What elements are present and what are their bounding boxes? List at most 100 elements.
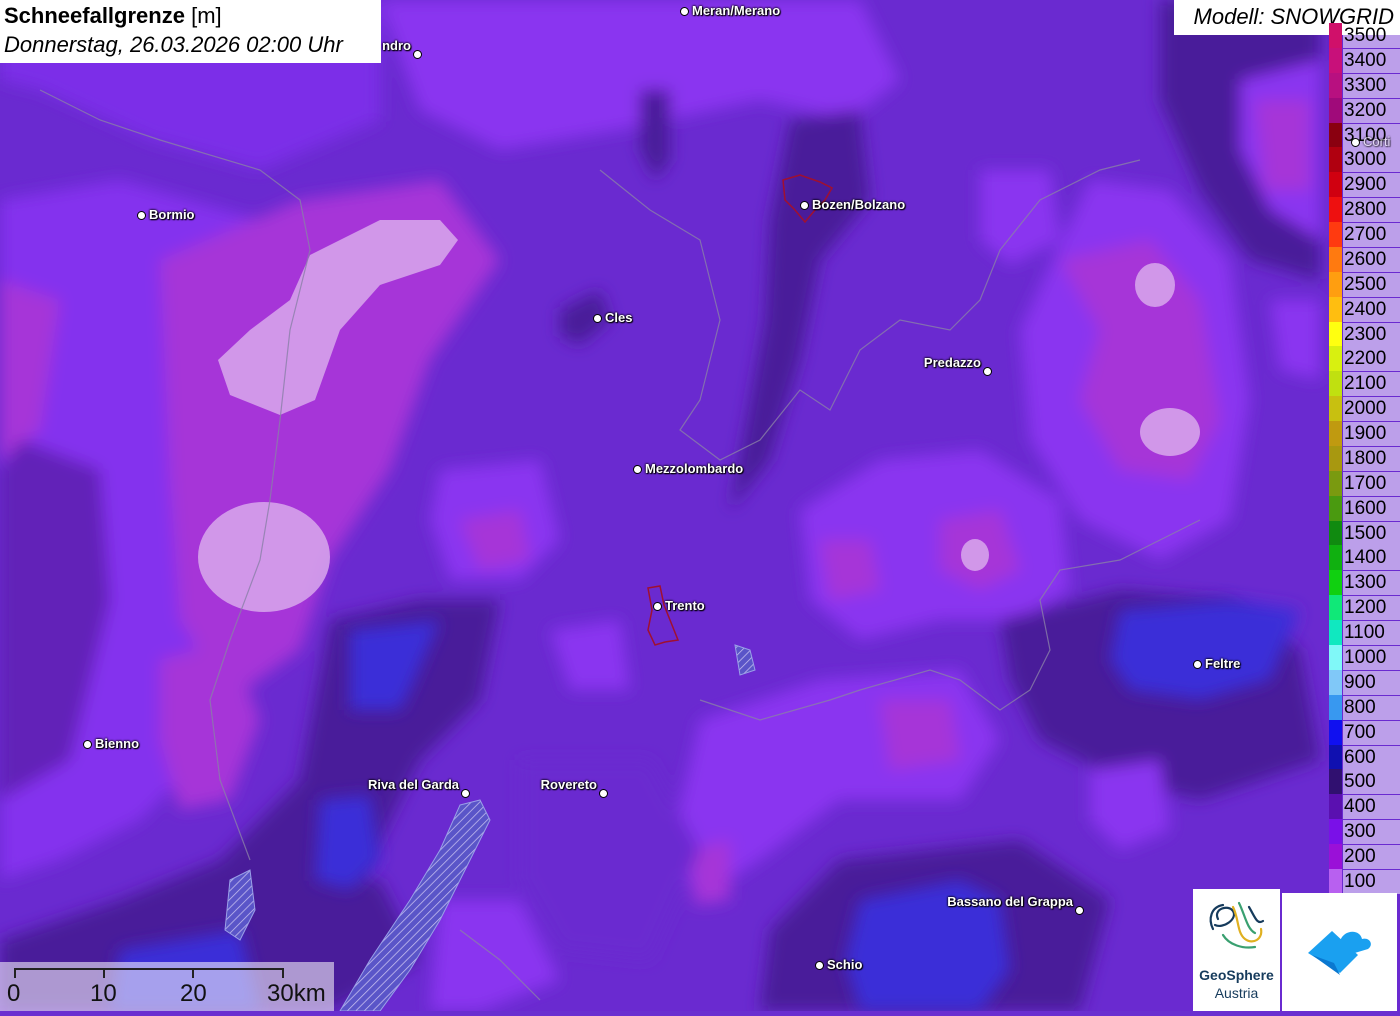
legend-swatch [1329,421,1342,447]
legend-label: 600 [1343,745,1400,770]
legend-swatch [1329,794,1342,820]
legend-row: 900 [1329,669,1400,695]
legend-swatch [1329,495,1342,521]
city-marker [1351,138,1360,147]
city-label: Bienno [95,736,140,751]
legend-row: 1500 [1329,520,1400,546]
geosphere-logo[interactable]: GeoSphere Austria [1193,889,1280,1011]
city-marker [83,740,92,749]
city-label: Schio [827,957,863,972]
legend-swatch [1329,694,1342,720]
legend-swatch [1329,595,1342,621]
legend-swatch [1329,122,1342,148]
legend-label: 3200 [1343,98,1400,123]
legend-label: 2200 [1343,347,1400,372]
legend-label: 400 [1343,795,1400,820]
legend-label: 2500 [1343,272,1400,297]
legend-row: 2400 [1329,296,1400,322]
geosphere-emblem-icon [1209,901,1265,949]
legend-row: 3400 [1329,47,1400,73]
legend-row: 2500 [1329,271,1400,297]
legend-swatch [1329,222,1342,248]
city-marker [413,50,422,59]
city-marker [599,789,608,798]
legend-row: 700 [1329,719,1400,745]
snowline-map[interactable] [0,0,1400,1011]
legend-row: 3200 [1329,97,1400,123]
legend-swatch [1329,620,1342,646]
legend-label: 2100 [1343,372,1400,397]
city-label: ndro [382,38,411,53]
legend-swatch [1329,296,1342,322]
legend-row: 500 [1329,769,1400,795]
legend-swatch [1329,819,1342,845]
legend-swatch [1329,744,1342,770]
city-label: Rovereto [540,777,597,792]
legend-label: 800 [1343,695,1400,720]
legend-label: 900 [1343,670,1400,695]
mountain-cloud-icon [1308,931,1371,975]
color-legend: 3500 3400 3300 3200 3100 3000 2900 2800 2700 2600… [1329,23,1400,894]
legend-row: 2900 [1329,172,1400,198]
scale-bar: 0 10 20 30km [0,962,334,1011]
legend-label: 1300 [1343,571,1400,596]
city-marker [1193,660,1202,669]
legend-swatch [1329,470,1342,496]
city-label: Trento [665,598,705,613]
city-label: Corti [1363,134,1391,149]
legend-swatch [1329,197,1342,223]
legend-label: 1600 [1343,496,1400,521]
legend-label: 700 [1343,720,1400,745]
city-marker [633,465,642,474]
legend-swatch [1329,669,1342,695]
geosphere-name: GeoSphere [1199,967,1274,983]
legend-row: 2600 [1329,246,1400,272]
legend-swatch [1329,346,1342,372]
city-label: Bassano del Grappa [947,894,1073,909]
legend-swatch [1329,97,1342,123]
city-label: Feltre [1205,656,1241,671]
legend-swatch [1329,246,1342,272]
city-label: Bozen/Bolzano [812,197,906,212]
legend-label: 100 [1343,869,1400,894]
city-label: Meran/Merano [692,3,781,18]
legend-label: 2700 [1343,223,1400,248]
legend-swatch [1329,396,1342,422]
legend-row: 1300 [1329,570,1400,596]
map-datetime: Donnerstag, 26.03.2026 02:00 Uhr [4,32,343,57]
city-marker [983,367,992,376]
scale-label-30km: 30km [267,980,326,1007]
legend-label: 2400 [1343,297,1400,322]
legend-swatch [1329,868,1342,894]
city-label: Riva del Garda [367,777,459,792]
map-title: Schneefallgrenze [m] [4,3,222,28]
city-marker [1075,906,1084,915]
city-marker [680,7,689,16]
legend-row: 300 [1329,819,1400,845]
legend-row: 2800 [1329,197,1400,223]
legend-swatch [1329,645,1342,670]
legend-swatch [1329,72,1342,98]
city-marker [137,211,146,220]
legend-row: 2300 [1329,321,1400,347]
legend-label: 2000 [1343,397,1400,422]
legend-row: 100 [1329,868,1400,894]
legend-swatch [1329,545,1342,571]
legend-row: 2200 [1329,346,1400,372]
legend-row: 1000 [1329,645,1400,670]
city-label: Cles [605,310,633,325]
legend-swatch [1329,371,1342,397]
legend-swatch [1329,271,1342,297]
scale-label-20: 20 [180,980,207,1007]
legend-label: 1500 [1343,521,1400,546]
legend-label: 1800 [1343,446,1400,471]
city-marker [800,201,809,210]
city-marker [593,314,602,323]
scale-label-10: 10 [90,980,117,1007]
legend-row: 200 [1329,844,1400,870]
weather-app-logo[interactable] [1282,893,1397,1011]
legend-swatch [1329,445,1342,471]
legend-row: 1600 [1329,495,1400,521]
legend-label: 1200 [1343,596,1400,621]
city-marker [815,961,824,970]
